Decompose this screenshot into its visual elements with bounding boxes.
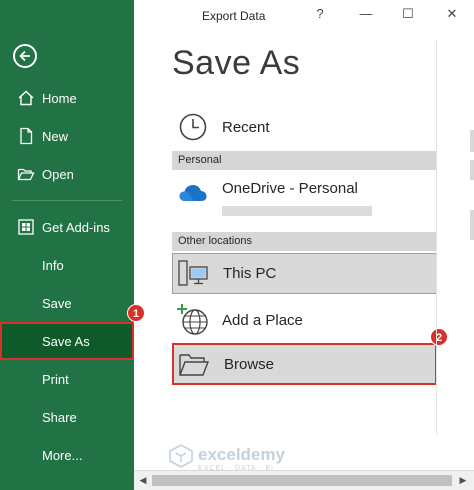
onedrive-account-redacted xyxy=(222,206,372,216)
scrollbar-thumb[interactable] xyxy=(152,475,452,486)
maximize-icon[interactable]: ☐ xyxy=(396,6,420,26)
location-label: This PC xyxy=(223,265,277,282)
sidebar-item-label: Save xyxy=(42,295,72,311)
add-place-globe-icon xyxy=(176,303,210,342)
minimize-icon[interactable]: — xyxy=(354,6,378,26)
location-add-a-place[interactable]: Add a Place xyxy=(172,302,437,338)
sidebar-item-more[interactable]: More... xyxy=(0,438,134,472)
back-arrow-icon[interactable] xyxy=(13,44,37,68)
sidebar-item-label: Home xyxy=(42,90,77,106)
location-recent[interactable]: Recent xyxy=(172,110,437,144)
section-header-personal: Personal xyxy=(172,151,437,170)
sidebar-item-label: Share xyxy=(42,409,77,425)
sidebar-item-home[interactable]: Home xyxy=(0,81,134,115)
sidebar-item-print[interactable]: Print xyxy=(0,362,134,396)
sidebar-divider xyxy=(12,200,122,201)
location-label: Browse xyxy=(224,355,275,373)
adjacent-panel-edge xyxy=(470,130,474,152)
watermark-name: exceldemy xyxy=(198,445,285,464)
sidebar-item-label: Print xyxy=(42,371,69,387)
sidebar-item-get-add-ins[interactable]: Get Add-ins xyxy=(0,210,134,244)
home-icon xyxy=(17,89,35,107)
sidebar-item-share[interactable]: Share xyxy=(0,400,134,434)
panel-divider xyxy=(436,40,437,435)
new-document-icon xyxy=(17,127,35,145)
sidebar-item-label: Info xyxy=(42,257,64,273)
sidebar-item-save-as[interactable]: Save As xyxy=(0,322,134,360)
cloud-icon xyxy=(178,182,208,209)
sidebar-item-label: Open xyxy=(42,166,74,182)
location-browse[interactable]: Browse xyxy=(172,343,437,385)
help-icon[interactable]: ? xyxy=(308,6,332,26)
clock-icon xyxy=(178,112,208,147)
sidebar-item-label: More... xyxy=(42,447,83,463)
sidebar-item-info[interactable]: Info xyxy=(0,248,134,282)
computer-icon xyxy=(177,258,209,295)
location-label: Recent xyxy=(222,118,270,136)
add-ins-icon xyxy=(17,218,35,236)
scroll-right-icon[interactable]: ▶ xyxy=(457,474,469,486)
sidebar-item-label: New xyxy=(42,128,69,144)
scroll-left-icon[interactable]: ◀ xyxy=(137,474,149,486)
sidebar-item-new[interactable]: New xyxy=(0,119,134,153)
page-title: Save As xyxy=(172,44,301,82)
backstage-sidebar: Home New Open Get Add-ins Info Save Save… xyxy=(0,0,134,490)
adjacent-panel-edge xyxy=(470,210,474,240)
horizontal-scrollbar[interactable]: ◀ ▶ xyxy=(134,470,474,490)
location-label: Add a Place xyxy=(222,311,303,329)
location-onedrive[interactable]: OneDrive - Personal xyxy=(172,178,437,208)
step-badge-1: 1 xyxy=(127,304,145,322)
section-header-other-locations: Other locations xyxy=(172,232,437,251)
sidebar-item-label: Get Add-ins xyxy=(42,219,110,235)
open-folder-icon xyxy=(17,165,35,183)
window-title: Export Data xyxy=(202,9,266,23)
location-this-pc[interactable]: This PC xyxy=(172,253,437,294)
location-label: OneDrive - Personal xyxy=(222,180,358,197)
sidebar-item-label: Save As xyxy=(42,333,90,349)
sidebar-item-open[interactable]: Open xyxy=(0,157,134,191)
adjacent-panel-edge xyxy=(470,160,474,180)
close-icon[interactable]: ✕ xyxy=(440,6,464,26)
step-badge-2: 2 xyxy=(430,328,448,346)
sidebar-item-save[interactable]: Save xyxy=(0,286,134,320)
folder-icon xyxy=(178,352,210,383)
